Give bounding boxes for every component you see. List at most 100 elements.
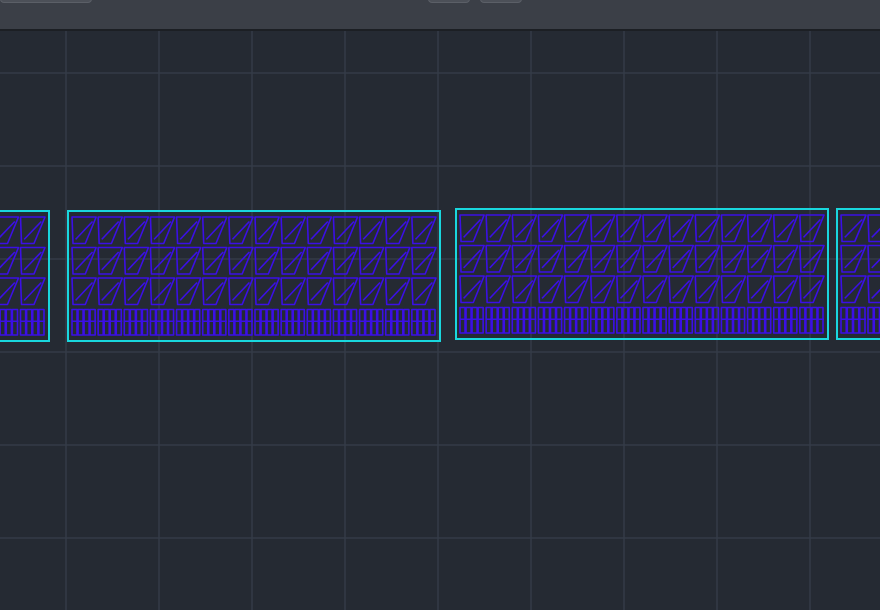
nested-part	[694, 306, 720, 334]
nested-part	[616, 306, 641, 334]
nested-part	[840, 275, 867, 304]
nested-part	[511, 214, 538, 243]
nested-part	[589, 214, 616, 243]
nested-part	[485, 306, 511, 334]
nested-part	[201, 246, 228, 275]
nested-part	[280, 277, 307, 306]
nested-part	[720, 306, 746, 334]
nested-part	[511, 306, 537, 334]
nested-part	[97, 246, 124, 275]
nested-part	[280, 246, 307, 275]
nested-part	[772, 214, 799, 243]
nested-part	[0, 216, 20, 245]
nested-parts-layer	[0, 208, 880, 342]
nested-part	[306, 246, 333, 275]
nested-part	[668, 275, 695, 304]
nested-part	[123, 246, 150, 275]
nested-part	[589, 244, 616, 273]
nested-part	[411, 246, 437, 275]
nested-part	[459, 306, 485, 334]
nested-part	[589, 275, 616, 304]
nested-part	[772, 275, 799, 304]
nested-part	[332, 246, 359, 275]
nested-part	[332, 308, 358, 336]
nested-part	[306, 308, 332, 336]
nested-part	[411, 277, 437, 306]
nested-part	[616, 244, 642, 273]
nested-part	[642, 275, 668, 304]
nested-part	[358, 246, 385, 275]
nested-part	[71, 216, 97, 245]
nested-part	[123, 277, 150, 306]
drawing-canvas[interactable]	[0, 31, 880, 610]
nest-sheet	[67, 210, 441, 342]
nested-part	[254, 308, 280, 336]
nested-part	[384, 216, 411, 245]
nested-part	[485, 244, 512, 273]
nested-part	[201, 277, 228, 306]
nested-part	[19, 277, 46, 306]
nested-part	[642, 244, 668, 273]
nested-part	[867, 214, 880, 243]
nested-part	[228, 216, 254, 245]
nested-part	[201, 216, 228, 245]
nested-part	[175, 246, 202, 275]
nested-part	[720, 275, 747, 304]
nested-part	[201, 308, 227, 336]
nested-part	[537, 275, 564, 304]
nested-part	[254, 246, 280, 275]
nested-part	[616, 214, 642, 243]
nested-part	[485, 275, 512, 304]
nested-part	[71, 308, 97, 336]
nested-part	[149, 246, 176, 275]
nested-part	[867, 306, 880, 334]
nested-part	[358, 277, 385, 306]
nested-part	[175, 216, 202, 245]
nested-part	[19, 308, 45, 336]
nested-part	[228, 308, 253, 336]
nested-part	[280, 216, 307, 245]
nested-part	[694, 275, 721, 304]
nested-part	[0, 246, 20, 275]
nested-part	[668, 244, 695, 273]
nested-part	[332, 216, 359, 245]
nested-part	[642, 214, 668, 243]
nested-part	[799, 275, 825, 304]
nested-part	[228, 246, 254, 275]
nested-part	[511, 275, 538, 304]
nested-part	[537, 244, 564, 273]
nested-part	[228, 277, 254, 306]
nested-part	[306, 277, 333, 306]
nested-part	[175, 308, 201, 336]
nested-part	[485, 214, 512, 243]
nested-part	[668, 306, 694, 334]
toolbar-button-middle[interactable]	[428, 0, 470, 3]
toolbar-button-left[interactable]	[0, 0, 92, 3]
toolbar-button-right[interactable]	[480, 0, 522, 3]
nested-part	[306, 216, 333, 245]
nested-part	[772, 306, 798, 334]
nested-part	[332, 277, 359, 306]
nested-part	[668, 214, 695, 243]
nested-part	[97, 308, 123, 336]
nested-part	[746, 306, 772, 334]
nested-part	[589, 306, 615, 334]
nested-part	[694, 244, 721, 273]
nested-part	[746, 244, 773, 273]
nested-part	[149, 277, 176, 306]
nested-part	[411, 216, 437, 245]
nest-sheet	[0, 210, 50, 342]
nested-part	[746, 214, 773, 243]
nested-part	[358, 216, 385, 245]
nested-part	[537, 306, 563, 334]
nested-part	[511, 244, 538, 273]
nested-part	[254, 216, 280, 245]
nested-part	[149, 216, 176, 245]
nested-part	[71, 277, 97, 306]
nested-part	[459, 214, 485, 243]
nested-part	[384, 246, 411, 275]
nested-part	[563, 275, 590, 304]
nested-part	[123, 216, 150, 245]
nested-part	[746, 275, 773, 304]
nested-part	[123, 308, 149, 336]
